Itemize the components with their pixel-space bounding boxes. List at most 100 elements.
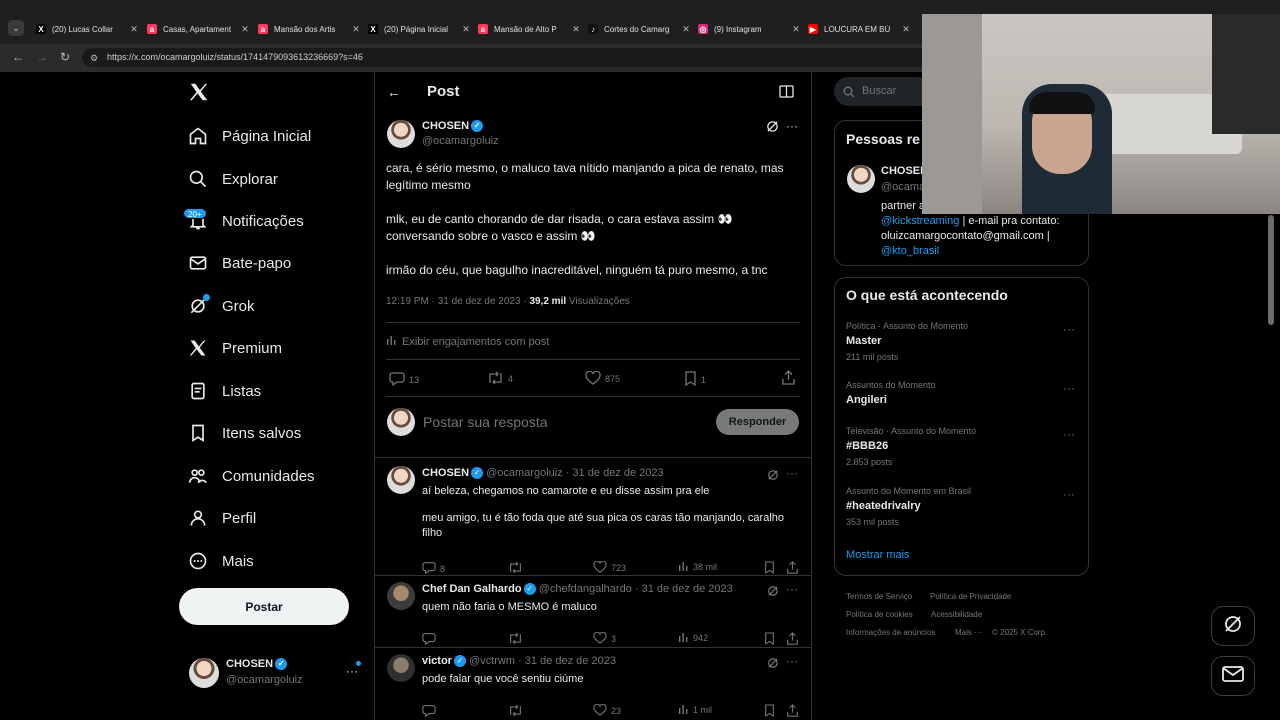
tab-close-icon[interactable]: ✕ (679, 24, 693, 35)
trend-more-icon[interactable]: ··· (1063, 427, 1075, 441)
reply-author[interactable]: Chef Dan Galhardo (422, 583, 522, 595)
share-icon[interactable] (786, 632, 803, 645)
tab-close-icon[interactable]: ✕ (459, 24, 473, 35)
browser-tab[interactable]: a Casas, Apartament ✕ (141, 16, 252, 42)
tab-close-icon[interactable]: ✕ (789, 24, 803, 35)
more-dots-icon[interactable]: ··· (346, 664, 358, 678)
reply-input[interactable]: Postar sua resposta (423, 414, 548, 430)
bookmark-icon[interactable] (764, 561, 779, 574)
reply-submit-button[interactable]: Responder (716, 409, 799, 435)
reply-action[interactable]: 13 (389, 371, 419, 388)
forward-arrow-icon[interactable]: → (36, 50, 48, 64)
tab-close-icon[interactable]: ✕ (238, 24, 252, 35)
bio-link[interactable]: @kto_brasil (881, 244, 1081, 259)
reply-avatar[interactable] (387, 466, 415, 494)
sidebar-item-explorar[interactable]: Explorar (186, 164, 278, 194)
reply-avatar[interactable] (387, 582, 415, 610)
reader-view-icon[interactable] (779, 85, 794, 103)
browser-tab[interactable]: a Mansão dos Artis ✕ (252, 16, 363, 42)
repost-action[interactable] (508, 632, 527, 647)
sidebar-item-premium[interactable]: Premium (186, 333, 282, 363)
bookmark-icon[interactable] (764, 632, 779, 645)
reply-author[interactable]: victor (422, 655, 452, 667)
post-timestamp[interactable]: 12:19 PM · 31 de dez de 2023 · (386, 296, 527, 307)
page-scrollbar[interactable] (1268, 215, 1274, 325)
sidebar-item-bate-papo[interactable]: Bate-papo (186, 248, 291, 278)
site-info-icon[interactable]: ⚙ (90, 53, 98, 64)
trend-more-icon[interactable]: ··· (1063, 487, 1075, 501)
reply-more-icon[interactable]: ··· (786, 466, 798, 480)
trend-more-icon[interactable]: ··· (1063, 381, 1075, 395)
bookmark-icon[interactable] (764, 704, 779, 717)
bio-link[interactable]: @kickstreaming (881, 215, 959, 227)
post-more-icon[interactable]: ··· (786, 119, 798, 133)
tab-close-icon[interactable]: ✕ (349, 24, 363, 35)
sidebar-item-p-gina-inicial[interactable]: Página Inicial (186, 121, 311, 151)
person-handle[interactable]: @ocama (881, 181, 925, 193)
browser-tab[interactable]: ◎ (9) Instagram ✕ (692, 16, 803, 42)
reply-author[interactable]: CHOSEN (422, 467, 469, 479)
reply-action[interactable]: 8 (422, 561, 445, 576)
browser-tab[interactable]: ♪ Cortes do Camarg ✕ (582, 16, 693, 42)
like-action[interactable]: 3 (593, 631, 616, 646)
share-icon[interactable] (781, 370, 800, 385)
like-action[interactable]: 23 (593, 703, 621, 718)
account-switcher[interactable]: CHOSEN ✓ @ocamargoluiz ··· (186, 655, 366, 691)
reply-action[interactable] (422, 632, 440, 647)
footer-link[interactable]: Política de Privacidade (930, 592, 1011, 601)
like-action[interactable]: 875 (585, 370, 620, 387)
show-more-link[interactable]: Mostrar mais (846, 549, 910, 561)
back-arrow-icon[interactable]: ← (387, 84, 401, 100)
browser-tab[interactable]: a Mansão de Alto P ✕ (472, 16, 583, 42)
x-logo-icon[interactable] (188, 81, 210, 108)
sidebar-item-listas[interactable]: Listas (186, 376, 261, 406)
post-author-handle[interactable]: @ocamargoluiz (422, 135, 499, 147)
reply-icon (389, 371, 409, 388)
trend-more-icon[interactable]: ··· (1063, 322, 1075, 336)
repost-action[interactable] (508, 704, 527, 719)
sidebar-item-itens-salvos[interactable]: Itens salvos (186, 418, 301, 448)
post-button[interactable]: Postar (179, 588, 349, 625)
browser-tab[interactable]: X (20) Página Inicial ✕ (362, 16, 473, 42)
tab-list-button[interactable]: ⌄ (8, 20, 24, 36)
post-author-avatar[interactable] (387, 120, 415, 148)
person-name[interactable]: CHOSEN (881, 165, 928, 177)
footer-link[interactable]: Política de cookies (846, 610, 913, 619)
reply-more-icon[interactable]: ··· (786, 582, 798, 596)
footer-link[interactable]: Acessibilidade (931, 610, 982, 619)
footer-link[interactable]: Informações de anúncios (846, 628, 935, 637)
back-arrow-icon[interactable]: ← (12, 50, 24, 64)
post-author-name[interactable]: CHOSEN ✓ (422, 120, 484, 133)
reply-action[interactable] (422, 704, 440, 719)
tab-close-icon[interactable]: ✕ (899, 24, 913, 35)
browser-tab[interactable]: ▶ LOUCURA EM BÚ ✕ (802, 16, 913, 42)
engagements-link[interactable]: Exibir engajamentos com post (386, 335, 549, 348)
sidebar-item-perfil[interactable]: Perfil (186, 503, 256, 533)
sidebar-item-mais[interactable]: Mais (186, 546, 254, 576)
tab-close-icon[interactable]: ✕ (569, 24, 583, 35)
tab-close-icon[interactable]: ✕ (127, 24, 141, 35)
grok-icon[interactable] (766, 120, 779, 138)
repost-action[interactable] (508, 561, 527, 576)
bookmark-action[interactable]: 1 (684, 371, 706, 388)
url-field[interactable]: https://x.com/ocamargoluiz/status/174147… (82, 48, 932, 67)
reload-icon[interactable]: ↻ (60, 50, 70, 64)
person-avatar[interactable] (847, 165, 875, 193)
messages-float-button[interactable] (1211, 656, 1255, 696)
grok-float-button[interactable] (1211, 606, 1255, 646)
browser-tab[interactable]: X (20) Lucas Collar ✕ (30, 16, 141, 42)
views-action[interactable]: 1 mil (678, 704, 712, 716)
views-action[interactable]: 38 mil (678, 561, 717, 573)
footer-link[interactable]: Termos de Serviço (846, 592, 912, 601)
repost-icon (487, 371, 508, 387)
footer-link[interactable]: Mais ··· (955, 628, 982, 637)
like-action[interactable]: 723 (593, 560, 626, 575)
repost-action[interactable]: 4 (487, 371, 513, 387)
sidebar-item-grok[interactable]: Grok (186, 291, 255, 321)
share-icon[interactable] (786, 561, 803, 574)
reply-avatar[interactable] (387, 654, 415, 682)
reply-more-icon[interactable]: ··· (786, 654, 798, 668)
sidebar-item-comunidades[interactable]: Comunidades (186, 461, 315, 491)
views-action[interactable]: 942 (678, 632, 708, 644)
share-icon[interactable] (786, 704, 803, 717)
